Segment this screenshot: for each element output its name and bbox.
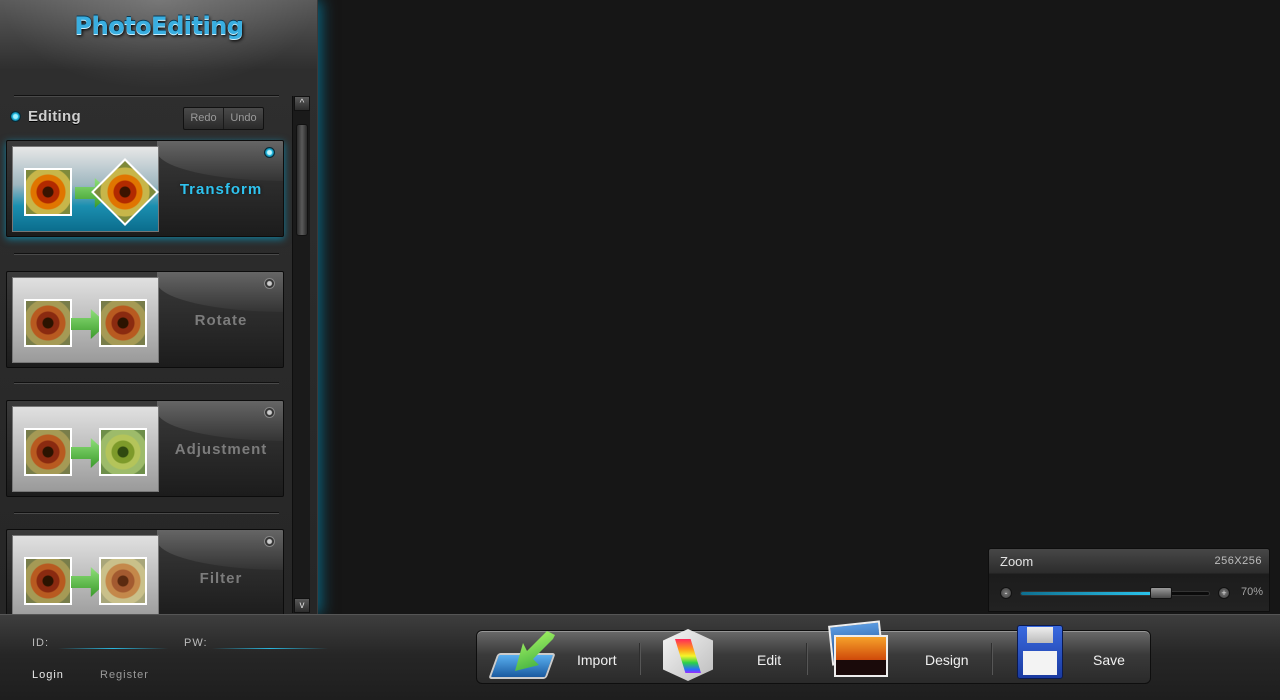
zoom-slider-fill: [1021, 592, 1154, 595]
tool-card-adjustment[interactable]: Adjustment: [6, 400, 284, 497]
tool-radio-icon: [264, 536, 275, 547]
edit-icon: [661, 627, 715, 683]
id-input[interactable]: [58, 634, 168, 648]
scroll-up-button[interactable]: ^: [294, 96, 310, 111]
import-label: Import: [577, 652, 617, 668]
card-gloss: [157, 141, 283, 181]
image-size-readout: 256X256: [1214, 555, 1262, 567]
zoom-slider-thumb[interactable]: [1150, 587, 1172, 599]
tool-thumbnail: [12, 406, 159, 492]
edit-button[interactable]: Edit: [641, 629, 806, 685]
tool-thumbnail: [12, 146, 159, 232]
divider: [14, 95, 279, 97]
scroll-thumb[interactable]: [296, 124, 308, 236]
zoom-panel: Zoom 256X256 - + 70%: [988, 548, 1270, 612]
tool-radio-icon: [264, 407, 275, 418]
register-link[interactable]: Register: [100, 669, 149, 681]
divider: [14, 253, 279, 255]
edit-label: Edit: [757, 652, 782, 668]
scroll-down-button[interactable]: v: [294, 598, 310, 613]
flower-photo-icon: [24, 168, 72, 216]
history-buttons: Redo Undo: [183, 107, 264, 130]
app-logo: PhotoEditing: [74, 12, 244, 40]
rotated-flower-photo-icon: [91, 158, 159, 226]
tool-thumbnail: [12, 535, 159, 614]
bottom-toolbar: ID: PW: Login Register Import Edit Desig…: [0, 614, 1280, 700]
pw-field-underline: [212, 648, 328, 649]
id-label: ID:: [32, 637, 50, 649]
tool-label: Filter: [199, 570, 243, 587]
card-gloss: [157, 530, 283, 570]
tool-label: Rotate: [194, 312, 248, 329]
action-bar: Import Edit Design Save: [476, 620, 1151, 685]
tool-thumbnail: [12, 277, 159, 363]
tool-card-filter[interactable]: Filter: [6, 529, 284, 614]
tool-card-transform[interactable]: Transform: [6, 140, 284, 237]
card-gloss: [157, 272, 283, 312]
zoom-out-button[interactable]: -: [1000, 587, 1012, 599]
flower-photo-icon: [24, 428, 72, 476]
rotated-flower-photo-icon: [99, 299, 147, 347]
save-button[interactable]: Save: [993, 625, 1151, 685]
pw-label: PW:: [184, 637, 208, 649]
sidebar: PhotoEditing Editing Redo Undo Transform…: [0, 0, 318, 614]
card-gloss: [157, 401, 283, 441]
tool-radio-icon: [264, 147, 275, 158]
divider: [14, 512, 279, 514]
tool-radio-icon: [264, 278, 275, 289]
redo-button[interactable]: Redo: [184, 108, 223, 129]
import-button[interactable]: Import: [477, 631, 639, 685]
zoom-percent-label: 70%: [1240, 586, 1263, 598]
filtered-flower-photo-icon: [99, 557, 147, 605]
import-icon: [488, 631, 556, 681]
flower-photo-icon: [24, 557, 72, 605]
adjusted-flower-photo-icon: [99, 428, 147, 476]
section-radio-icon: [10, 110, 21, 122]
save-label: Save: [1093, 652, 1125, 668]
flower-photo-icon: [24, 299, 72, 347]
section-title: Editing: [28, 107, 81, 125]
divider: [14, 382, 279, 384]
id-field-underline: [58, 648, 168, 649]
sidebar-scrollbar[interactable]: ^ v: [292, 96, 310, 613]
undo-button[interactable]: Undo: [223, 108, 263, 129]
zoom-in-button[interactable]: +: [1218, 587, 1230, 599]
tool-label: Transform: [179, 181, 263, 198]
design-button[interactable]: Design: [808, 620, 991, 685]
zoom-title: Zoom: [1000, 554, 1034, 569]
zoom-slider-track[interactable]: [1020, 591, 1210, 596]
section-header: Editing: [10, 106, 81, 126]
password-input[interactable]: [212, 634, 328, 648]
tool-card-rotate[interactable]: Rotate: [6, 271, 284, 368]
save-icon: [1017, 623, 1065, 681]
tool-label: Adjustment: [174, 441, 268, 458]
login-link[interactable]: Login: [32, 669, 64, 681]
design-label: Design: [925, 652, 969, 668]
design-icon: [828, 620, 888, 679]
